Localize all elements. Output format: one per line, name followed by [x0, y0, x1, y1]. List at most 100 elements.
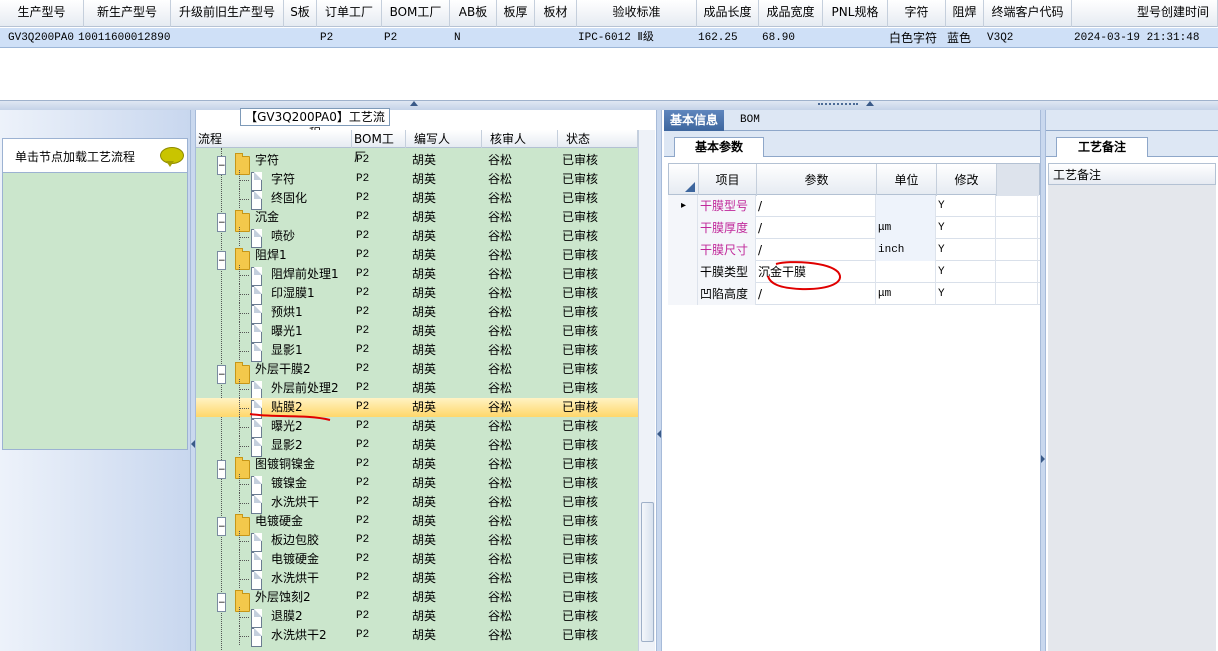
scroll-thumb[interactable]	[641, 502, 654, 642]
col-header[interactable]: S板	[284, 0, 317, 27]
tree-node-step[interactable]: 水洗烘干 P2 胡英 谷松 已审核	[196, 493, 638, 514]
col-header[interactable]: 终端客户代码	[984, 0, 1072, 27]
param-row[interactable]: 干膜尺寸 / inch Y	[668, 239, 1040, 261]
col-header-reviewer[interactable]: 核审人	[482, 130, 558, 148]
production-model-grid: 生产型号 新生产型号 升级前旧生产型号 S板 订单工厂 BOM工厂 AB板 板厚…	[0, 0, 1218, 50]
node-status: 已审核	[562, 362, 599, 376]
middle-splitter[interactable]	[656, 110, 662, 651]
col-header[interactable]: 成品长度	[697, 0, 759, 27]
param-item: 干膜类型	[698, 261, 756, 283]
tree-node-step[interactable]: 退膜2 P2 胡英 谷松 已审核	[196, 607, 638, 628]
node-writer: 胡英	[412, 552, 437, 566]
col-header[interactable]: 订单工厂	[317, 0, 382, 27]
collapse-left-icon[interactable]	[191, 440, 195, 448]
splitter-grip-icon[interactable]	[818, 103, 858, 106]
col-header[interactable]: 验收标准	[577, 0, 697, 27]
tree-node-group[interactable]: − 沉金 P2 胡英 谷松 已审核	[196, 208, 638, 232]
node-writer: 胡英	[412, 172, 437, 186]
tree-node-step[interactable]: 贴膜2 P2 胡英 谷松 已审核	[196, 398, 638, 419]
col-header-status[interactable]: 状态	[558, 130, 638, 148]
col-header[interactable]: PNL规格	[823, 0, 888, 27]
param-row[interactable]: 干膜类型 沉金干膜 Y	[668, 261, 1040, 283]
tree-node-step[interactable]: 电镀硬金 P2 胡英 谷松 已审核	[196, 550, 638, 571]
param-value[interactable]: /	[756, 217, 876, 239]
tree-node-step[interactable]: 阻焊前处理1 P2 胡英 谷松 已审核	[196, 265, 638, 286]
tree-node-step[interactable]: 显影2 P2 胡英 谷松 已审核	[196, 436, 638, 457]
col-header-item[interactable]: 项目	[699, 164, 757, 196]
col-header-bom[interactable]: BOM工厂	[352, 130, 406, 164]
table-row[interactable]: GV3Q200PA0 10011600012890 P2 P2 N IPC-60…	[0, 28, 1218, 48]
col-header[interactable]: AB板	[450, 0, 497, 27]
tree-node-step[interactable]: 显影1 P2 胡英 谷松 已审核	[196, 341, 638, 362]
remark-text-area[interactable]	[1048, 185, 1216, 651]
tab-basic-params[interactable]: 基本参数	[674, 137, 764, 157]
process-flow-tree[interactable]: 流程 BOM工厂 编写人 核审人 状态 − 字符 P2 胡英 谷松 已审核 字符 P2 胡英 谷松…	[196, 130, 638, 651]
tree-scrollbar[interactable]	[638, 130, 655, 651]
param-value[interactable]: /	[756, 195, 876, 217]
tree-node-step[interactable]: 喷砂 P2 胡英 谷松 已审核	[196, 227, 638, 248]
col-header-modify[interactable]: 修改	[937, 164, 997, 196]
load-flow-hint[interactable]: 单击节点加载工艺流程	[2, 138, 188, 172]
tree-node-group[interactable]: − 字符 P2 胡英 谷松 已审核	[196, 151, 638, 175]
tree-node-step[interactable]: 外层前处理2 P2 胡英 谷松 已审核	[196, 379, 638, 400]
col-header-unit[interactable]: 单位	[877, 164, 937, 196]
col-header[interactable]: 字符	[888, 0, 946, 27]
collapse-right-icon[interactable]	[1041, 455, 1045, 463]
col-header[interactable]: BOM工厂	[382, 0, 450, 27]
node-bom: P2	[356, 515, 370, 527]
col-header[interactable]: 成品宽度	[759, 0, 823, 27]
tree-node-group[interactable]: − 电镀硬金 P2 胡英 谷松 已审核	[196, 512, 638, 536]
tab-process-remark[interactable]: 工艺备注	[1056, 137, 1148, 157]
collapse-arrow-icon[interactable]	[410, 101, 418, 106]
tree-node-step[interactable]: 预烘1 P2 胡英 谷松 已审核	[196, 303, 638, 324]
col-header-param[interactable]: 参数	[757, 164, 877, 196]
param-row[interactable]: ▸ 干膜型号 / Y	[668, 195, 1040, 217]
tree-node-group[interactable]: − 外层蚀刻2 P2 胡英 谷松 已审核	[196, 588, 638, 612]
tree-node-step[interactable]: 板边包胶 P2 胡英 谷松 已审核	[196, 531, 638, 552]
tab-basic-info[interactable]: 基本信息	[664, 110, 725, 131]
col-header[interactable]: 生产型号	[0, 0, 84, 27]
collapse-left-icon[interactable]	[657, 430, 661, 438]
param-modify[interactable]: Y	[936, 217, 996, 239]
node-name: 字符	[271, 172, 296, 186]
param-modify[interactable]: Y	[936, 195, 996, 217]
col-header-writer[interactable]: 编写人	[406, 130, 482, 148]
tree-node-step[interactable]: 字符 P2 胡英 谷松 已审核	[196, 170, 638, 191]
param-value[interactable]: /	[756, 283, 876, 305]
tree-node-group[interactable]: − 外层干膜2 P2 胡英 谷松 已审核	[196, 360, 638, 384]
tree-node-step[interactable]: 曝光1 P2 胡英 谷松 已审核	[196, 322, 638, 343]
param-value[interactable]: /	[756, 239, 876, 261]
tree-node-step[interactable]: 印湿膜1 P2 胡英 谷松 已审核	[196, 284, 638, 305]
param-row[interactable]: 凹陷高度 / μm Y	[668, 283, 1040, 305]
tree-node-step[interactable]: 曝光2 P2 胡英 谷松 已审核	[196, 417, 638, 438]
horizontal-splitter[interactable]	[0, 100, 1218, 110]
param-modify[interactable]: Y	[936, 239, 996, 261]
node-bom: P2	[356, 211, 370, 223]
col-header[interactable]: 板材	[535, 0, 577, 27]
node-status: 已审核	[562, 210, 599, 224]
node-reviewer: 谷松	[488, 362, 513, 376]
tree-node-step[interactable]: 水洗烘干2 P2 胡英 谷松 已审核	[196, 626, 638, 647]
node-bom: P2	[356, 268, 370, 280]
tree-node-group[interactable]: − 图镀铜镍金 P2 胡英 谷松 已审核	[196, 455, 638, 479]
param-modify[interactable]: Y	[936, 283, 996, 305]
col-header[interactable]: 新生产型号	[84, 0, 171, 27]
tree-node-step[interactable]: 终固化 P2 胡英 谷松 已审核	[196, 189, 638, 210]
collapse-arrow-icon[interactable]	[866, 101, 874, 106]
node-bom: P2	[356, 496, 370, 508]
param-row[interactable]: 干膜厚度 / μm Y	[668, 217, 1040, 239]
load-flow-area	[2, 172, 188, 450]
col-header-flow[interactable]: 流程	[196, 130, 352, 148]
tab-bom[interactable]: BOM	[734, 110, 766, 131]
param-item: 干膜尺寸	[698, 239, 756, 261]
tree-node-step[interactable]: 水洗烘干 P2 胡英 谷松 已审核	[196, 569, 638, 590]
param-value[interactable]: 沉金干膜	[756, 261, 876, 283]
param-modify[interactable]: Y	[936, 261, 996, 283]
col-header[interactable]: 升级前旧生产型号	[171, 0, 284, 27]
col-header[interactable]: 板厚	[497, 0, 535, 27]
col-header[interactable]: 型号创建时间	[1072, 0, 1218, 27]
tree-node-step[interactable]: 镀镍金 P2 胡英 谷松 已审核	[196, 474, 638, 495]
tree-node-group[interactable]: − 阻焊1 P2 胡英 谷松 已审核	[196, 246, 638, 270]
col-header[interactable]: 阻焊	[946, 0, 984, 27]
char-cell: 白色字符	[889, 31, 938, 45]
